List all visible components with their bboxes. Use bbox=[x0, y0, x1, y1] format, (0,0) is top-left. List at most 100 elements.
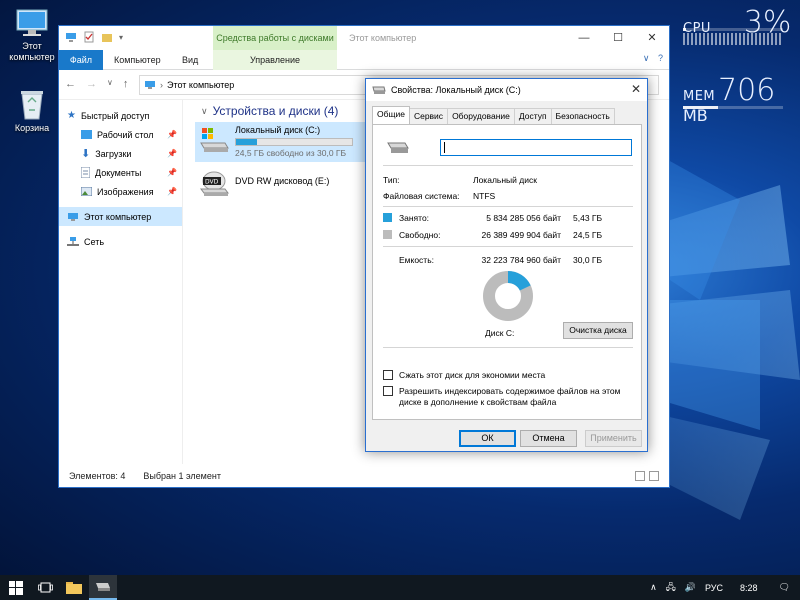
computer-small-icon bbox=[145, 81, 155, 89]
pin-icon[interactable]: 📌 bbox=[167, 130, 177, 139]
tab-file[interactable]: Файл bbox=[59, 50, 103, 70]
cancel-button[interactable]: Отмена bbox=[520, 430, 577, 447]
close-icon[interactable]: ✕ bbox=[631, 82, 641, 96]
cpu-bar-fill bbox=[683, 28, 686, 31]
nav-item-desktop[interactable]: Рабочий стол 📌 bbox=[59, 125, 182, 144]
nav-item-quick-access[interactable]: ★ Быстрый доступ bbox=[59, 106, 182, 125]
explorer-titlebar[interactable]: ▾ Средства работы с дисками Этот компьют… bbox=[59, 26, 669, 50]
folder-icon bbox=[66, 582, 82, 594]
taskbar-drive-properties[interactable] bbox=[89, 575, 117, 600]
compress-checkbox[interactable] bbox=[383, 370, 393, 380]
nav-item-network[interactable]: Сеть bbox=[59, 232, 182, 251]
tab-computer[interactable]: Компьютер bbox=[105, 50, 170, 70]
show-hidden-icons-icon[interactable]: ∧ bbox=[650, 582, 657, 593]
tab-general[interactable]: Общие bbox=[372, 106, 410, 124]
desktop-icon-this-pc[interactable]: Этот компьютер bbox=[2, 8, 62, 63]
drive-info: Локальный диск (C:) 24,5 ГБ свободно из … bbox=[235, 124, 353, 160]
index-label: Разрешить индексировать содержимое файло… bbox=[399, 386, 621, 407]
network-tray-icon[interactable]: 🖧 bbox=[666, 580, 676, 596]
details-view-icon[interactable] bbox=[635, 471, 645, 481]
nav-item-pictures[interactable]: Изображения 📌 bbox=[59, 182, 182, 201]
tab-security[interactable]: Безопасность bbox=[550, 108, 615, 124]
tab-hardware[interactable]: Оборудование bbox=[447, 108, 515, 124]
volume-icon[interactable]: 🔊 bbox=[685, 582, 696, 593]
group-header-label: Устройства и диски (4) bbox=[212, 104, 339, 118]
free-label: Свободно: bbox=[399, 230, 441, 240]
help-icon[interactable]: ? bbox=[658, 53, 663, 63]
drive-c[interactable]: Локальный диск (C:) 24,5 ГБ свободно из … bbox=[195, 122, 371, 162]
desktop-folder-icon bbox=[81, 130, 92, 139]
tab-view[interactable]: Вид bbox=[173, 50, 207, 70]
nav-item-downloads[interactable]: ⬇ Загрузки 📌 bbox=[59, 144, 182, 163]
windows-logo-icon bbox=[9, 580, 23, 595]
used-gb: 5,43 ГБ bbox=[573, 213, 603, 223]
task-view-button[interactable] bbox=[32, 575, 58, 600]
quick-access-toolbar: ▾ bbox=[65, 31, 123, 43]
maximize-icon[interactable]: ☐ bbox=[601, 26, 635, 50]
disk-cleanup-button[interactable]: Очистка диска bbox=[563, 322, 633, 339]
view-buttons bbox=[635, 471, 659, 481]
apply-button[interactable]: Применить bbox=[585, 430, 642, 447]
navigation-buttons: ← → ∨ ↑ bbox=[65, 78, 128, 90]
pin-icon[interactable]: 📌 bbox=[167, 168, 177, 177]
new-folder-icon[interactable] bbox=[101, 31, 113, 43]
expand-ribbon-icon[interactable]: ∨ bbox=[643, 53, 650, 63]
action-center-icon[interactable]: 🗨 bbox=[779, 582, 790, 593]
used-label: Занято: bbox=[399, 213, 430, 223]
free-color-swatch bbox=[383, 230, 392, 239]
status-bar: Элементов: 4 Выбран 1 элемент bbox=[59, 465, 669, 487]
dialog-titlebar[interactable]: Свойства: Локальный диск (C:) ✕ bbox=[366, 79, 647, 101]
recent-dropdown-icon[interactable]: ∨ bbox=[107, 78, 113, 90]
dialog-title: Свойства: Локальный диск (C:) bbox=[391, 85, 521, 95]
volume-label-input[interactable] bbox=[440, 139, 632, 156]
forward-arrow-icon[interactable]: → bbox=[86, 78, 97, 90]
clock[interactable]: 8:28 bbox=[740, 583, 758, 593]
used-color-swatch bbox=[383, 213, 392, 222]
language-indicator[interactable]: РУС bbox=[705, 583, 723, 593]
free-gb: 24,5 ГБ bbox=[573, 230, 603, 240]
cpu-history-graph bbox=[683, 33, 783, 45]
tab-sharing[interactable]: Доступ bbox=[513, 108, 552, 124]
separator bbox=[383, 165, 633, 166]
up-arrow-icon[interactable]: ↑ bbox=[123, 78, 129, 90]
ok-button[interactable]: ОК bbox=[459, 430, 516, 447]
selection-count: Выбран 1 элемент bbox=[143, 471, 221, 481]
breadcrumb-separator-icon[interactable]: › bbox=[160, 80, 163, 90]
desktop-icon-label: Корзина bbox=[14, 123, 50, 133]
disk-label: Диск C: bbox=[485, 328, 515, 338]
star-icon: ★ bbox=[67, 110, 76, 121]
nav-item-this-pc[interactable]: Этот компьютер bbox=[59, 207, 182, 226]
desktop-icon-recycle-bin[interactable]: Корзина bbox=[2, 88, 62, 134]
large-icons-view-icon[interactable] bbox=[649, 471, 659, 481]
memory-monitor-widget: MEM 706 MB bbox=[683, 73, 800, 126]
document-icon bbox=[81, 167, 90, 178]
mem-value: 706 bbox=[718, 73, 776, 108]
capacity-bytes: 32 223 784 960 байт bbox=[481, 255, 562, 265]
pin-icon[interactable]: 📌 bbox=[167, 149, 177, 158]
qat-dropdown-icon[interactable]: ▾ bbox=[119, 33, 123, 42]
navigation-pane: ★ Быстрый доступ Рабочий стол 📌 ⬇ Загруз… bbox=[59, 100, 183, 464]
minimize-icon[interactable]: — bbox=[567, 26, 601, 50]
properties-icon[interactable] bbox=[83, 31, 95, 43]
hard-drive-icon bbox=[200, 128, 229, 152]
general-panel: Тип: Локальный диск Файловая система: NT… bbox=[372, 124, 642, 420]
drive-e[interactable]: DVD DVD RW дисковод (E:) bbox=[195, 166, 371, 206]
pin-icon[interactable]: 📌 bbox=[167, 187, 177, 196]
free-bytes: 26 389 499 904 байт bbox=[481, 230, 562, 240]
taskbar-file-explorer[interactable] bbox=[60, 575, 88, 600]
close-icon[interactable]: ✕ bbox=[635, 26, 669, 50]
nav-item-documents[interactable]: Документы 📌 bbox=[59, 163, 182, 182]
breadcrumb[interactable]: Этот компьютер bbox=[167, 80, 234, 90]
capacity-label: Емкость: bbox=[399, 255, 434, 265]
tab-manage[interactable]: Управление bbox=[213, 50, 337, 70]
capacity-gb: 30,0 ГБ bbox=[573, 255, 603, 265]
nav-item-label: Изображения bbox=[97, 186, 154, 197]
mem-label: MEM bbox=[683, 89, 716, 104]
start-button[interactable] bbox=[0, 575, 32, 600]
properties-dialog[interactable]: Свойства: Локальный диск (C:) ✕ Общие Се… bbox=[365, 78, 648, 452]
back-arrow-icon[interactable]: ← bbox=[65, 78, 76, 90]
tab-tools[interactable]: Сервис bbox=[408, 108, 449, 124]
index-checkbox[interactable] bbox=[383, 386, 393, 396]
computer-small-icon bbox=[66, 33, 76, 42]
dvd-drive-icon: DVD bbox=[200, 171, 229, 196]
